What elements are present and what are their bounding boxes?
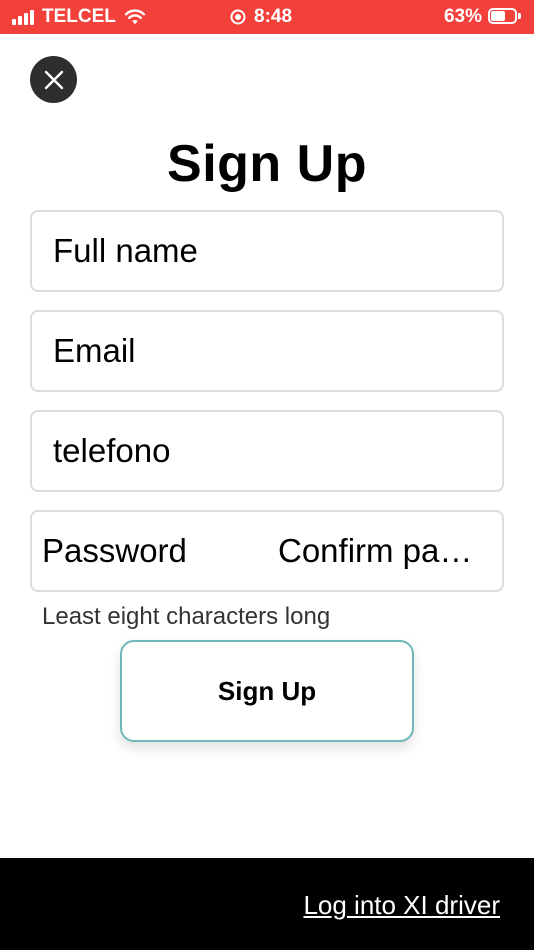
status-left: TELCEL xyxy=(12,6,146,28)
confirm-password-input[interactable] xyxy=(268,512,504,590)
login-link[interactable]: Log into XI driver xyxy=(303,890,500,921)
battery-icon xyxy=(488,8,522,26)
full-name-input[interactable] xyxy=(32,212,502,290)
email-field xyxy=(30,310,504,392)
battery-percent: 63% xyxy=(443,6,482,27)
status-right: 63% xyxy=(444,6,522,28)
password-input[interactable] xyxy=(32,512,262,590)
status-bar: TELCEL 8:48 63% xyxy=(0,0,534,34)
email-input[interactable] xyxy=(32,312,502,390)
password-field-group xyxy=(30,510,504,592)
close-button[interactable] xyxy=(30,56,77,103)
footer-bar: Log into XI driver xyxy=(0,858,534,950)
password-hint: Least eight characters long xyxy=(42,603,331,630)
status-center: 8:48 xyxy=(230,6,292,28)
close-icon xyxy=(44,70,63,89)
phone-input[interactable] xyxy=(32,412,502,490)
full-name-field xyxy=(30,210,504,292)
clock: 8:48 xyxy=(254,6,293,27)
location-icon xyxy=(230,9,246,25)
carrier-label: TELCEL xyxy=(42,6,116,27)
sign-up-button[interactable]: Sign Up xyxy=(120,640,414,742)
signal-icon xyxy=(12,9,36,25)
page-title: Sign Up xyxy=(167,135,367,193)
phone-field xyxy=(30,410,504,492)
wifi-icon xyxy=(124,9,146,25)
